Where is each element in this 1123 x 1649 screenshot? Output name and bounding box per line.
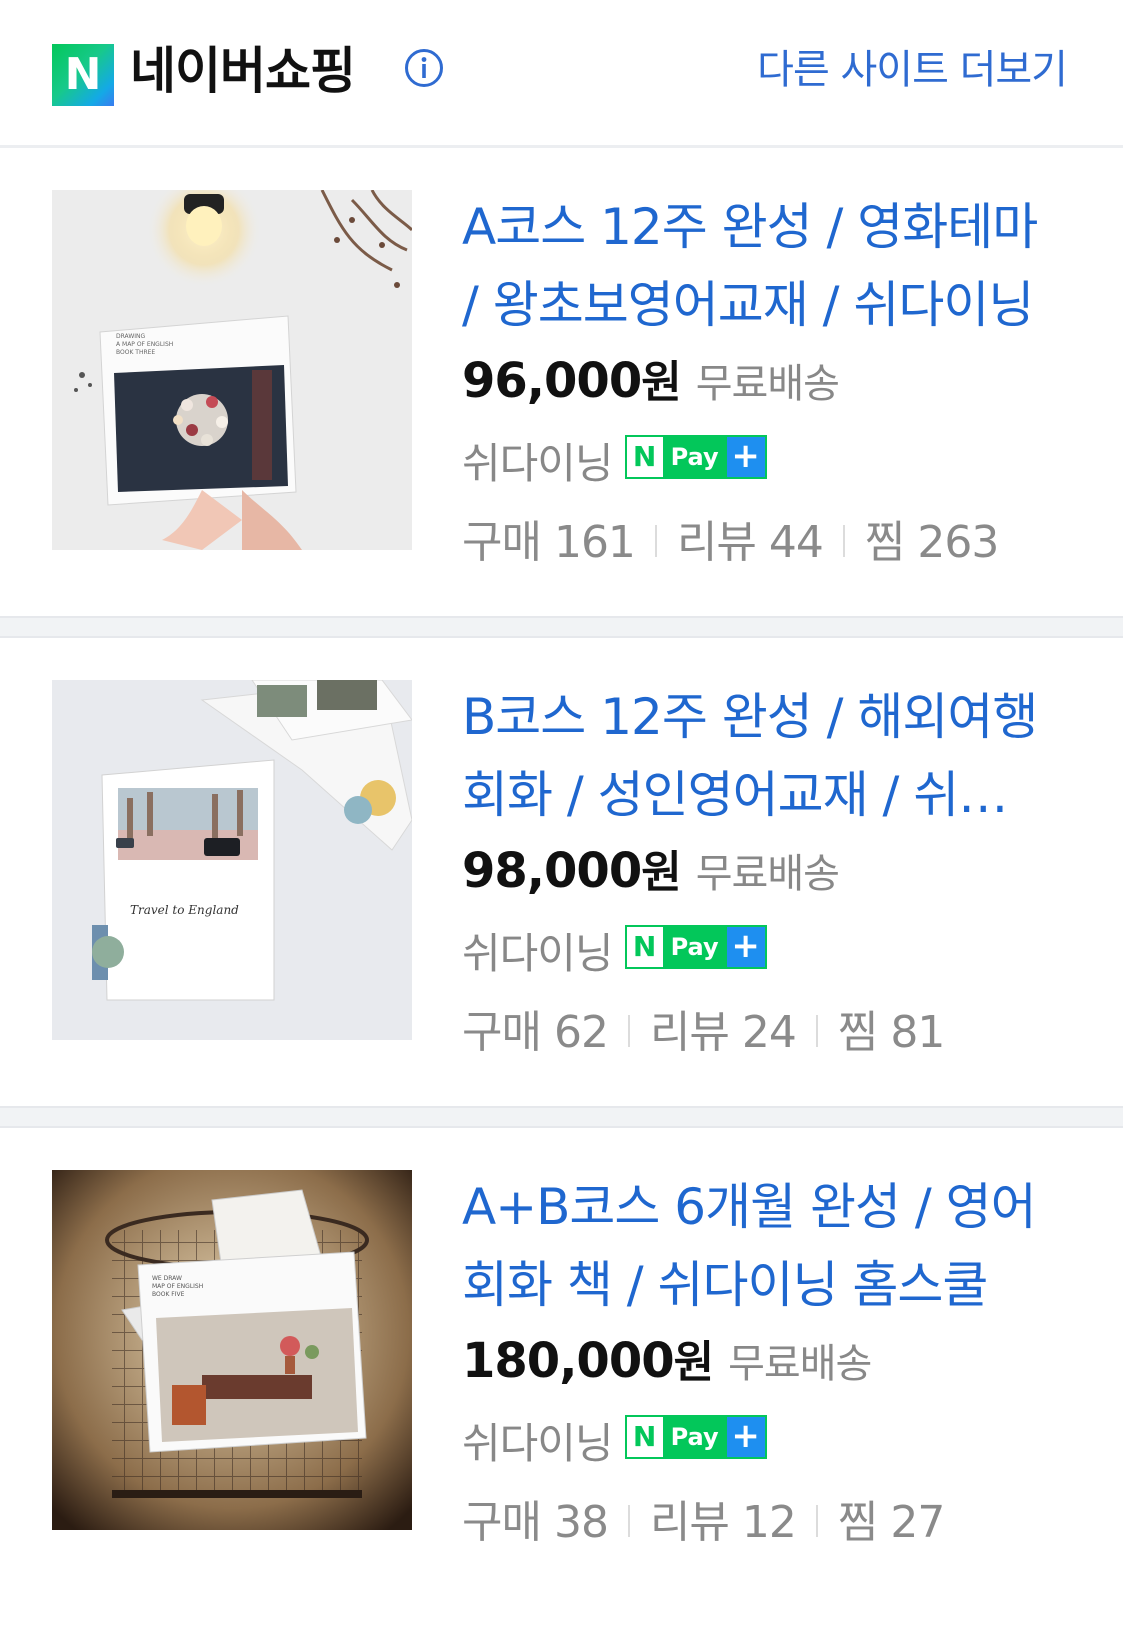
- npay-label: Pay: [670, 932, 719, 961]
- npay-n-icon: N: [626, 436, 663, 477]
- plus-icon: +: [726, 436, 765, 477]
- npay-label: Pay: [670, 1422, 719, 1451]
- plus-icon: +: [726, 926, 765, 967]
- price-unit: 원: [641, 847, 682, 898]
- product-thumbnail[interactable]: WE DRAW MAP OF ENGLISH BOOK FIVE: [52, 1170, 412, 1530]
- product-stats: 구매 62 리뷰 24 찜 81: [462, 996, 945, 1066]
- npay-n-icon: N: [626, 926, 663, 967]
- review-count: 리뷰 24: [649, 1007, 797, 1058]
- divider: [627, 1015, 630, 1047]
- product-stats: 구매 38 리뷰 12 찜 27: [462, 1486, 945, 1556]
- divider: [654, 525, 657, 557]
- section-title[interactable]: 네이버쇼핑: [130, 36, 356, 106]
- product-card[interactable]: WE DRAW MAP OF ENGLISH BOOK FIVE A+B코스 6…: [0, 1128, 1123, 1649]
- seller-name[interactable]: 쉬다이닝: [462, 929, 614, 978]
- seller-row: 쉬다이닝 N Pay +: [462, 430, 767, 494]
- product-price: 180,000: [462, 1333, 675, 1389]
- wish-count: 찜 27: [837, 1497, 945, 1548]
- purchase-count: 구매 38: [462, 1497, 609, 1548]
- divider: [815, 1015, 818, 1047]
- price-unit: 원: [673, 1337, 715, 1388]
- product-title-link[interactable]: B코스 12주 완성 / 해외여행회화 / 성인영어교재 / 쉬다이닝: [462, 678, 1052, 834]
- product-thumbnail[interactable]: Travel to England: [52, 680, 412, 1040]
- book-cover-text: BOOK THREE: [116, 349, 155, 356]
- review-count: 리뷰 12: [649, 1497, 797, 1548]
- seller-row: 쉬다이닝 N Pay +: [462, 1410, 767, 1474]
- product-stats: 구매 161 리뷰 44 찜 263: [462, 506, 999, 576]
- product-thumbnail[interactable]: DRAWING A MAP OF ENGLISH BOOK THREE: [52, 190, 412, 550]
- wish-count: 찜 81: [837, 1007, 945, 1058]
- price-row: 98,000원 무료배송: [462, 836, 840, 906]
- shipping-info: 무료배송: [695, 361, 840, 407]
- npay-plus-badge: N Pay +: [624, 1414, 767, 1459]
- price-unit: 원: [641, 357, 682, 408]
- divider: [842, 525, 845, 557]
- book-cover-text: Travel to England: [130, 903, 239, 917]
- shopping-header: N 네이버쇼핑 다른 사이트 더보기: [0, 0, 1123, 148]
- divider: [815, 1505, 818, 1537]
- purchase-count: 구매 161: [462, 517, 636, 568]
- divider: [627, 1505, 630, 1537]
- npay-n-icon: N: [626, 1416, 663, 1457]
- review-count: 리뷰 44: [676, 517, 824, 568]
- book-cover-text: DRAWING: [116, 333, 146, 340]
- book-cover-text: WE DRAW: [152, 1275, 182, 1282]
- book-cover-text: A MAP OF ENGLISH: [116, 341, 173, 348]
- product-card[interactable]: Travel to England B코스 12주 완성 / 해외여행회화 / …: [0, 638, 1123, 1106]
- info-icon[interactable]: [404, 48, 444, 88]
- book-cover-text: BOOK FIVE: [152, 1291, 185, 1298]
- book-cover-text: MAP OF ENGLISH: [152, 1283, 203, 1290]
- price-row: 180,000원 무료배송: [462, 1326, 872, 1396]
- npay-plus-badge: N Pay +: [624, 434, 767, 479]
- seller-name[interactable]: 쉬다이닝: [462, 439, 614, 488]
- seller-row: 쉬다이닝 N Pay +: [462, 920, 767, 984]
- naver-logo-icon: N: [52, 44, 114, 106]
- product-card[interactable]: DRAWING A MAP OF ENGLISH BOOK THREE A코스 …: [0, 148, 1123, 616]
- wish-count: 찜 263: [864, 517, 999, 568]
- product-title-link[interactable]: A코스 12주 완성 / 영화테마 / 왕초보영어교재 / 쉬다이닝: [462, 188, 1052, 344]
- npay-label: Pay: [670, 442, 719, 471]
- product-price: 96,000: [462, 353, 642, 409]
- shipping-info: 무료배송: [695, 851, 840, 897]
- more-sites-link[interactable]: 다른 사이트 더보기: [757, 40, 1068, 100]
- seller-name[interactable]: 쉬다이닝: [462, 1419, 614, 1468]
- npay-plus-badge: N Pay +: [624, 924, 767, 969]
- price-row: 96,000원 무료배송: [462, 346, 840, 416]
- purchase-count: 구매 62: [462, 1007, 609, 1058]
- card-separator: [0, 1106, 1123, 1128]
- product-title-link[interactable]: A+B코스 6개월 완성 / 영어 회화 책 / 쉬다이닝 홈스쿨: [462, 1168, 1052, 1324]
- plus-icon: +: [726, 1416, 765, 1457]
- shipping-info: 무료배송: [728, 1341, 872, 1387]
- card-separator: [0, 616, 1123, 638]
- product-price: 98,000: [462, 843, 642, 899]
